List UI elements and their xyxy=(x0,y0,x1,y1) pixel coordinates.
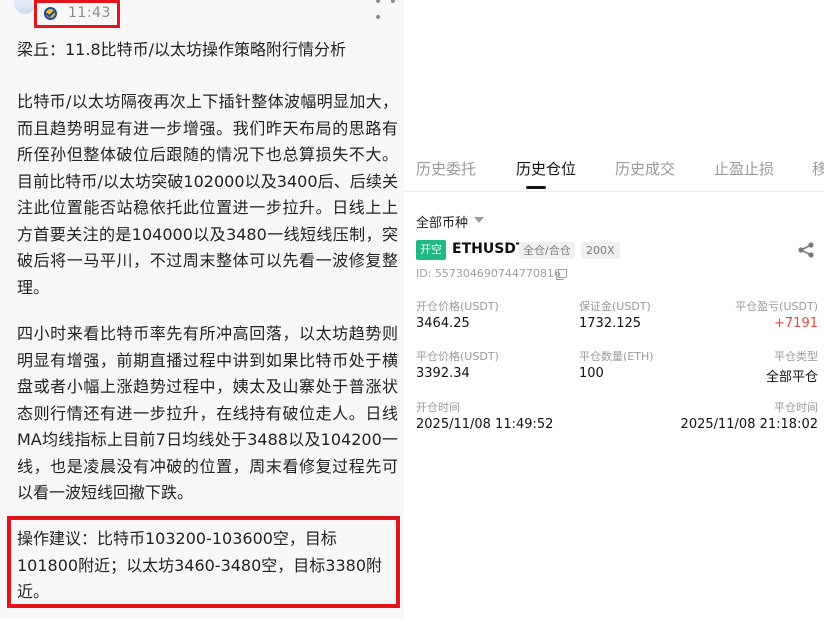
tab-trade-history[interactable]: 历史成交 xyxy=(615,158,675,179)
close-type-value: 全部平仓 xyxy=(765,370,818,385)
post-time: 11:43 xyxy=(68,5,111,21)
leverage-badge: 200X xyxy=(581,242,620,259)
close-time-label: 平仓时间 xyxy=(774,401,818,414)
symbol: ETHUSDT xyxy=(452,241,526,257)
open-price-label: 开仓价格(USDT) xyxy=(416,300,499,313)
margin-value: 1732.125 xyxy=(579,316,642,331)
trade-history-panel: 历史委托 历史仓位 历史成交 止盈止损 移 全部币种 开空 ETHUSDT 全仓… xyxy=(404,0,824,618)
margin-label: 保证金(USDT) xyxy=(579,300,651,313)
article-title: 梁丘：11.8比特币/以太坊操作策略附行情分析 xyxy=(17,40,347,59)
verified-badge-icon xyxy=(44,7,57,20)
tab-position-history[interactable]: 历史仓位 xyxy=(516,158,576,179)
article-panel: 11:43 • • • 梁丘：11.8比特币/以太坊操作策略附行情分析 比特币/… xyxy=(0,0,404,618)
article-paragraph-2: 四小时来看比特币率先有所冲高回落，以太坊趋势则明显有增强，前期直播过程中讲到如果… xyxy=(17,324,398,502)
pnl-value: +7191 xyxy=(774,316,818,331)
close-qty-label: 平仓数量(ETH) xyxy=(579,350,654,363)
margin-mode-badge: 全仓/合仓 xyxy=(519,242,575,259)
pnl-label: 平仓盈亏(USDT) xyxy=(735,300,818,313)
tab-tp-sl[interactable]: 止盈止损 xyxy=(714,158,774,179)
copy-icon[interactable] xyxy=(556,269,567,280)
close-price-value: 3392.34 xyxy=(416,366,470,381)
history-tabs: 历史委托 历史仓位 历史成交 止盈止损 移 xyxy=(404,146,824,192)
more-options-icon[interactable]: • • • xyxy=(374,0,404,26)
active-tab-indicator xyxy=(526,186,546,189)
tab-more[interactable]: 移 xyxy=(812,158,824,179)
side-badge: 开空 xyxy=(416,240,446,260)
article-paragraph-1: 比特币/以太坊隔夜再次上下插针整体波幅明显加大，而且趋势明显有进一步增强。我们昨… xyxy=(17,92,398,297)
close-time-value: 2025/11/08 21:18:02 xyxy=(680,417,818,432)
open-price-value: 3464.25 xyxy=(416,316,470,331)
chevron-down-icon[interactable] xyxy=(474,217,484,223)
open-time-value: 2025/11/08 11:49:52 xyxy=(416,417,554,432)
avatar[interactable] xyxy=(14,0,36,14)
share-icon[interactable] xyxy=(797,241,815,259)
close-type-label: 平仓类型 xyxy=(774,350,818,363)
close-qty-value: 100 xyxy=(579,366,604,381)
open-time-label: 开仓时间 xyxy=(416,401,460,414)
tab-order-history[interactable]: 历史委托 xyxy=(416,158,476,179)
position-id: ID: 557304690744770816 xyxy=(416,267,561,280)
trade-advice: 操作建议：比特币103200-103600空，目标101800附近；以太坊346… xyxy=(17,529,383,601)
close-price-label: 平仓价格(USDT) xyxy=(416,350,499,363)
coin-filter-dropdown[interactable]: 全部币种 xyxy=(416,212,468,231)
